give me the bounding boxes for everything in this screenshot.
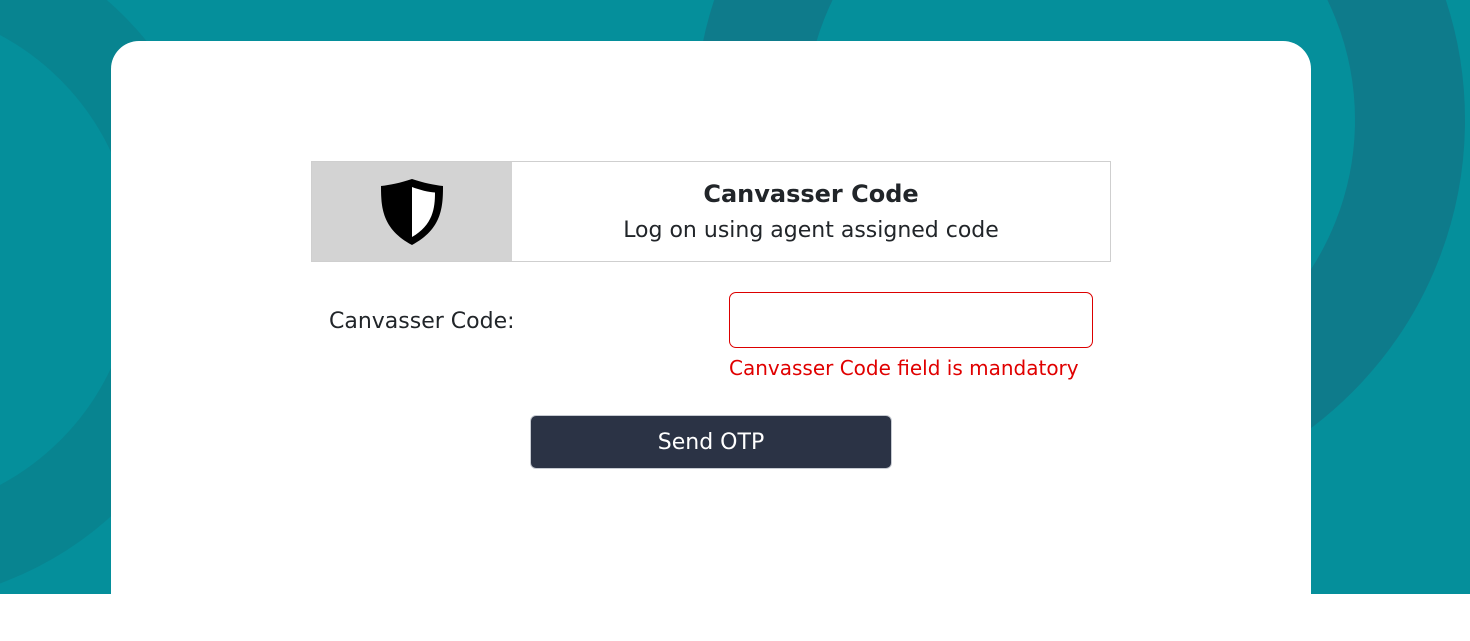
canvasser-code-input[interactable] <box>729 292 1093 348</box>
canvasser-code-label: Canvasser Code: <box>329 309 515 334</box>
login-banner: Canvasser Code Log on using agent assign… <box>311 161 1111 262</box>
banner-title: Canvasser Code <box>703 179 919 208</box>
banner-icon-box <box>312 162 512 261</box>
banner-text: Canvasser Code Log on using agent assign… <box>512 162 1110 261</box>
send-otp-button[interactable]: Send OTP <box>530 415 892 469</box>
canvasser-code-error: Canvasser Code field is mandatory <box>729 356 1079 380</box>
login-card: Canvasser Code Log on using agent assign… <box>111 41 1311 641</box>
shield-icon <box>381 178 443 245</box>
banner-subtitle: Log on using agent assigned code <box>623 217 999 243</box>
